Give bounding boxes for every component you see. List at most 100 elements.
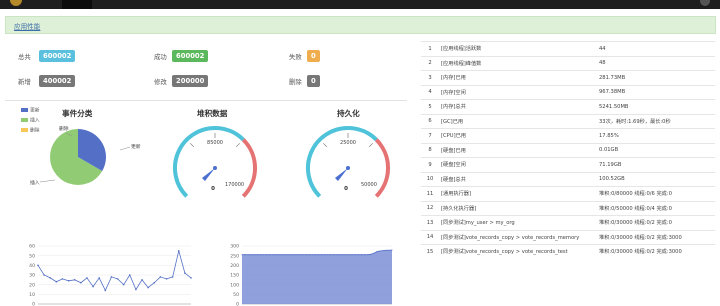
line-chart-point[interactable] [61,278,64,280]
gauge-persist-arc-mid [347,125,378,142]
section-title-link[interactable]: 应用性能 [14,21,40,31]
area-chart-point[interactable] [373,252,375,254]
area-chart-point[interactable] [391,249,393,251]
metrics-row: 11 [通用执行器] 堆积:0/80000 线程:0/6 完成:0 [421,186,715,201]
line-chart-point[interactable] [49,277,52,279]
line-chart-point[interactable] [104,289,107,292]
area-chart-point[interactable] [296,254,298,256]
area-chart-point[interactable] [259,254,261,256]
line-chart-point[interactable] [165,278,168,280]
area-chart-point[interactable] [256,254,258,256]
line-chart-point[interactable] [80,281,82,284]
area-chart-point[interactable] [348,254,350,256]
line-chart-point[interactable] [190,277,192,279]
metrics-row-index: 8 [421,142,439,158]
logo-icon[interactable] [10,0,22,6]
metrics-row-name: [同步测试]vote_records_copy > vote_records_m… [439,229,597,245]
area-chart-point[interactable] [339,254,341,256]
line-chart-point[interactable] [184,272,186,274]
user-icon[interactable] [700,0,710,6]
area-chart-point[interactable] [284,254,286,256]
line-chart-point[interactable] [86,277,88,279]
line-chart-point[interactable] [177,250,180,252]
area-chart-point[interactable] [250,254,252,256]
stat-fail-badge: 0 [307,50,320,62]
area-chart-point[interactable] [388,249,390,251]
area-chart-point[interactable] [336,254,338,256]
line-chart-point[interactable] [37,264,39,267]
area-chart-point[interactable] [287,254,289,256]
area-chart-point[interactable] [275,254,277,256]
metrics-row-value: 44 [597,41,715,56]
area-chart-point[interactable] [314,254,316,256]
area-chart-point[interactable] [321,254,323,256]
area-chart-point[interactable] [360,254,362,256]
gauge-persist-mid-tick: 25000 [340,140,356,146]
area-chart-ytick: 200 [230,263,239,269]
area-chart-point[interactable] [253,254,255,256]
line-chart-point[interactable] [171,276,174,278]
area-chart-point[interactable] [308,254,310,256]
line-chart-point[interactable] [135,288,137,291]
line-chart-point[interactable] [153,281,156,284]
area-chart-point[interactable] [376,251,378,253]
stat-insert-badge: 400002 [39,75,76,87]
gauge-persist-tick [323,143,328,148]
area-chart-point[interactable] [299,254,301,256]
line-chart-point[interactable] [98,277,100,279]
area-chart-point[interactable] [247,254,249,256]
area-chart-point[interactable] [262,254,264,256]
metrics-row-value: 967.38MB [597,84,715,100]
area-chart-point[interactable] [354,254,356,256]
metrics-row-name: [应用线程]峰值数 [439,55,597,71]
line-chart-point[interactable] [159,276,162,278]
nav-active-item[interactable] [62,0,92,9]
area-chart-point[interactable] [293,254,295,256]
area-chart-point[interactable] [265,254,267,256]
area-chart-point[interactable] [281,254,283,256]
pie-label-update: 更新 [131,143,141,150]
area-chart-point[interactable] [302,254,304,256]
gauge-persist-max-tick: 50000 [361,182,377,188]
line-chart-point[interactable] [55,280,58,283]
area-chart-point[interactable] [311,254,313,256]
area-chart-point[interactable] [330,254,332,256]
gauge-backlog-arc-mid [214,125,245,142]
area-chart-point[interactable] [327,254,329,256]
area-chart-point[interactable] [241,254,243,256]
area-chart-point[interactable] [278,254,280,256]
area-chart-point[interactable] [382,250,384,252]
line-chart-point[interactable] [141,279,143,281]
area-chart-point[interactable] [370,253,372,255]
line-chart-point[interactable] [67,280,70,282]
area-chart-point[interactable] [290,254,292,256]
line-chart-point[interactable] [73,279,76,281]
line-chart-point[interactable] [129,274,131,276]
area-chart-point[interactable] [351,254,353,256]
area-chart-point[interactable] [272,254,274,256]
area-chart-point[interactable] [244,254,246,256]
line-chart-point[interactable] [110,276,113,278]
line-chart-point[interactable] [122,283,125,286]
line-chart-point[interactable] [92,285,94,288]
area-chart-point[interactable] [385,249,387,251]
metrics-row-index: 7 [421,128,439,143]
area-chart-point[interactable] [269,254,271,256]
area-chart-point[interactable] [305,254,307,256]
line-chart-point[interactable] [43,274,45,276]
metrics-row-name: [硬盘]空闲 [439,157,597,172]
line-chart-point[interactable] [147,286,149,289]
area-chart-point[interactable] [367,254,369,256]
metrics-row: 1 [应用线程]活跃数 44 [421,41,715,56]
line-chart-point[interactable] [116,278,119,280]
metrics-row-name: [持久化执行器] [439,200,597,216]
area-chart-point[interactable] [342,254,344,256]
area-chart-point[interactable] [357,254,359,256]
area-chart-point[interactable] [379,250,381,252]
area-chart-point[interactable] [333,254,335,256]
metrics-table: 1 [应用线程]活跃数 44 2 [应用线程]峰值数 48 3 [内存]已用 281.73MB 4… [421,41,715,259]
area-chart-point[interactable] [324,254,326,256]
area-chart-point[interactable] [318,254,320,256]
area-chart-point[interactable] [345,254,347,256]
area-chart-point[interactable] [363,254,365,256]
